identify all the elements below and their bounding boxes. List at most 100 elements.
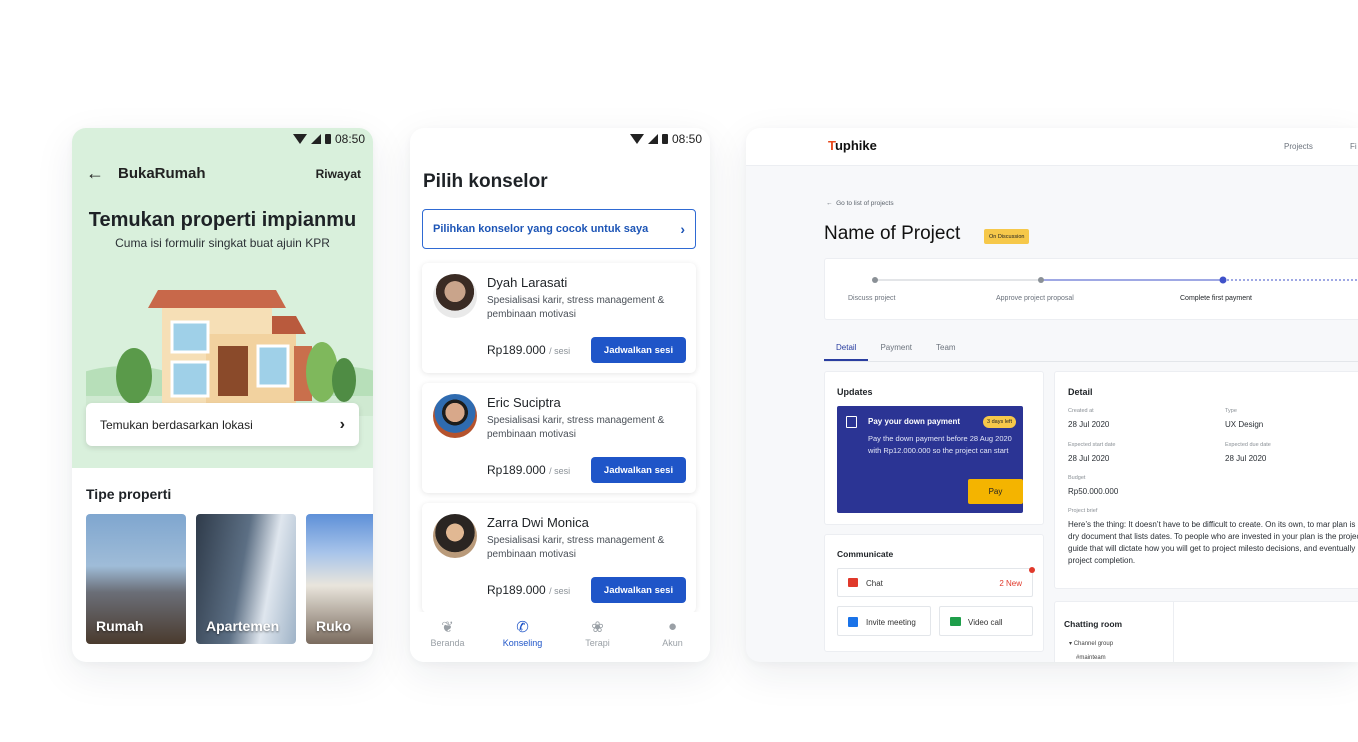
tab-payment[interactable]: Payment	[868, 343, 924, 361]
user-icon: ●	[667, 618, 678, 635]
schedule-button[interactable]: Jadwalkan sesi	[591, 457, 686, 483]
property-label: Rumah	[96, 618, 144, 634]
video-label: Video call	[968, 618, 1003, 627]
channel-group-label: Channel group	[1073, 641, 1114, 647]
status-bar: 08:50	[629, 132, 702, 146]
counselor-card: Dyah Larasati Spesialisasi karir, stress…	[422, 263, 696, 373]
communicate-panel: Communicate Chat 2 New Invite meeting Vi…	[824, 534, 1044, 652]
start-date-value: 28 Jul 2020	[1068, 454, 1110, 463]
channel-item[interactable]: #mainteam	[1076, 655, 1106, 661]
back-link[interactable]: ← Go to list of projects	[826, 200, 894, 207]
property-card-apartemen[interactable]: Apartemen	[196, 514, 296, 644]
price-unit: / sesi	[549, 466, 571, 476]
signal-icon	[310, 134, 321, 144]
type-value: UX Design	[1225, 420, 1264, 429]
logo[interactable]: Tuphike	[828, 138, 877, 153]
property-card-ruko[interactable]: Ruko	[306, 514, 373, 644]
counselor-description: Spesialisasi karir, stress management & …	[487, 295, 665, 320]
battery-icon	[661, 134, 668, 144]
nav-item-beranda[interactable]: ❦ Beranda	[410, 612, 485, 662]
counselor-name: Dyah Larasati	[487, 275, 568, 290]
chat-button[interactable]: Chat 2 New	[837, 567, 1035, 597]
nav-item-truncated[interactable]: Fi	[1350, 142, 1357, 151]
type-label: Type	[1225, 408, 1237, 414]
brief-label: Project brief	[1068, 508, 1098, 514]
nav-label: Beranda	[430, 638, 465, 648]
tab-divider	[824, 361, 1358, 362]
arrow-left-icon[interactable]: ←	[86, 163, 106, 184]
invite-meeting-button[interactable]: Invite meeting	[837, 606, 931, 636]
bukarumah-phone: 08:50 ← BukaRumah Riwayat Temukan proper…	[72, 128, 373, 662]
document-icon	[846, 416, 857, 428]
created-value: 28 Jul 2020	[1068, 420, 1110, 429]
property-type-list: Rumah Apartemen Ruko	[86, 514, 373, 644]
progress-stepper: Discuss project Approve project proposal…	[824, 258, 1358, 320]
invite-label: Invite meeting	[866, 618, 916, 627]
avatar	[433, 514, 477, 558]
phone-icon: ✆	[516, 619, 529, 636]
nav-label: Konseling	[502, 638, 543, 648]
counselor-price: Rp189.000 / sesi	[487, 583, 570, 597]
history-link[interactable]: Riwayat	[316, 167, 361, 181]
budget-value: Rp50.000.000	[1068, 487, 1119, 496]
step-dot-active	[1219, 276, 1227, 284]
counselor-price: Rp189.000 / sesi	[487, 343, 570, 357]
leaf-icon: ❦	[441, 619, 454, 636]
app-title: BukaRumah	[118, 165, 206, 182]
schedule-button[interactable]: Jadwalkan sesi	[591, 337, 686, 363]
chat-label: Chat	[866, 579, 883, 588]
house-illustration	[86, 290, 373, 416]
payment-card-body: Pay the down payment before 28 Aug 2020 …	[868, 434, 1012, 455]
find-by-location-button[interactable]: Temukan berdasarkan lokasi ›	[86, 403, 359, 446]
counselor-price: Rp189.000 / sesi	[487, 463, 570, 477]
page-title: Pilih konselor	[423, 171, 548, 192]
status-time: 08:50	[671, 132, 702, 146]
video-call-button[interactable]: Video call	[939, 606, 1033, 636]
due-date-label: Expected due date	[1225, 442, 1271, 448]
pick-counselor-button[interactable]: Pilihkan konselor yang cocok untuk saya …	[422, 209, 696, 249]
notification-dot	[1029, 567, 1035, 573]
page-subtitle: Cuma isi formulir singkat buat ajuin KPR	[115, 236, 330, 250]
battery-icon	[324, 134, 331, 144]
arrow-left-icon: ←	[826, 200, 833, 207]
pay-button[interactable]: Pay	[968, 479, 1023, 504]
counselor-name: Zarra Dwi Monica	[487, 515, 589, 530]
nav-item-terapi[interactable]: ❀ Terapi	[560, 612, 635, 662]
budget-label: Budget	[1068, 475, 1086, 481]
avatar	[433, 274, 477, 318]
tab-team[interactable]: Team	[924, 343, 968, 361]
counselor-card: Eric Suciptra Spesialisasi karir, stress…	[422, 383, 696, 493]
panel-divider	[1173, 602, 1174, 662]
panel-title: Communicate	[837, 549, 894, 559]
step-dot	[1038, 277, 1044, 283]
nav-projects[interactable]: Projects	[1284, 142, 1313, 151]
chatting-room-panel: Chatting room ▾ Channel group #mainteam	[1054, 601, 1358, 662]
counselor-description: Spesialisasi karir, stress management & …	[487, 535, 665, 560]
logo-text: uphike	[834, 138, 877, 153]
step-label: Discuss project	[848, 295, 896, 302]
nav-item-akun[interactable]: ● Akun	[635, 612, 710, 662]
due-date-value: 28 Jul 2020	[1225, 454, 1267, 463]
created-label: Created at	[1068, 408, 1094, 414]
nav-item-konseling[interactable]: ✆ Konseling	[485, 612, 560, 662]
logo-mark: T	[828, 138, 835, 153]
video-icon	[950, 617, 961, 626]
page-title: Temukan properti impianmu	[88, 209, 357, 231]
schedule-button[interactable]: Jadwalkan sesi	[591, 577, 686, 603]
chevron-right-icon: ›	[680, 221, 685, 237]
panel-title: Chatting room	[1064, 619, 1123, 629]
price-value: Rp189.000	[487, 583, 546, 597]
bottom-navigation: ❦ Beranda ✆ Konseling ❀ Terapi ● Akun	[410, 612, 710, 662]
chevron-down-icon: ▾	[1069, 641, 1073, 647]
calendar-icon	[848, 617, 858, 627]
chevron-right-icon: ›	[339, 415, 345, 433]
status-bar: 08:50	[292, 132, 365, 146]
status-time: 08:50	[334, 132, 365, 146]
updates-panel: Updates Pay your down payment 3 days lef…	[824, 371, 1044, 525]
counseling-phone: 08:50 Pilih konselor Pilihkan konselor y…	[410, 128, 710, 662]
tab-detail[interactable]: Detail	[824, 343, 869, 361]
channel-group[interactable]: ▾ Channel group	[1069, 640, 1113, 647]
property-label: Ruko	[316, 618, 351, 634]
counselor-name: Eric Suciptra	[487, 395, 561, 410]
property-card-rumah[interactable]: Rumah	[86, 514, 186, 644]
